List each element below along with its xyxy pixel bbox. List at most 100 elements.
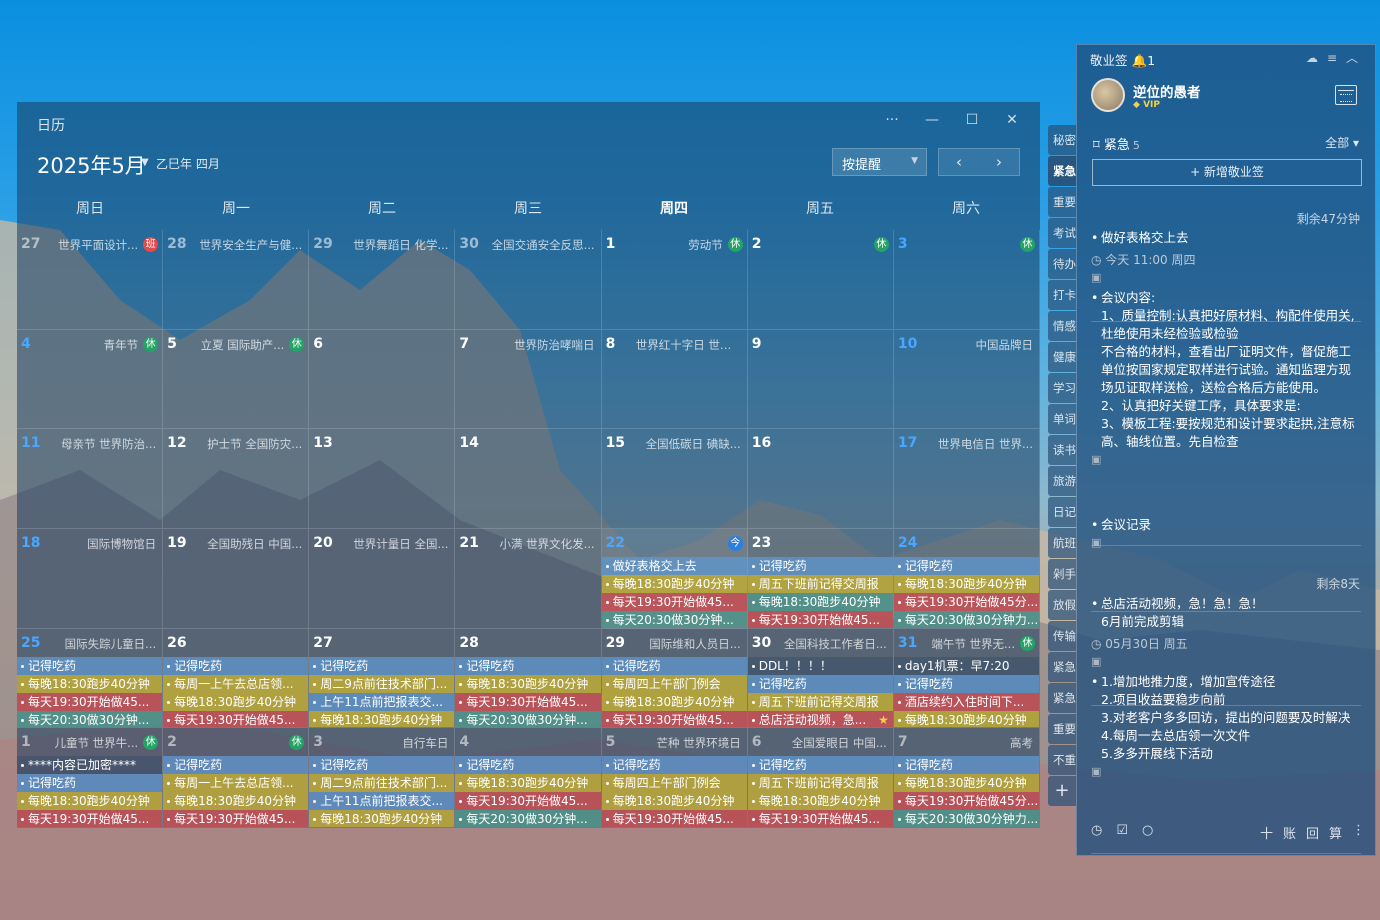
event-item[interactable]: 做好表格交上去 (601, 556, 747, 575)
sort-dropdown[interactable]: 按提醒 ▼ (832, 148, 927, 176)
event-item[interactable]: 记得吃药 (455, 756, 601, 775)
day-cell[interactable]: 5 芒种 世界环境日 记得吃药 每周四上午部门例会 每晚18:30跑步40分钟 每天19:… (601, 728, 748, 828)
event-item[interactable]: 记得吃药 (309, 656, 455, 675)
category-tab[interactable]: 重要 (1048, 714, 1076, 744)
event-item[interactable]: day1机票：早7:20 (893, 656, 1039, 675)
category-tab[interactable]: 待办 (1048, 249, 1076, 279)
event-item[interactable]: 记得吃药 (893, 756, 1039, 775)
event-item[interactable]: 记得吃药 (601, 756, 747, 775)
day-cell[interactable]: 8 世界红十字日 世界... (601, 329, 748, 430)
new-note-button[interactable]: + 新增敬业签 (1092, 159, 1362, 186)
event-item[interactable]: DDL！！！！ (747, 656, 893, 675)
add-category-button[interactable]: + (1048, 776, 1076, 806)
category-tab[interactable]: 学习 (1048, 373, 1076, 403)
event-item[interactable]: 每晚18:30跑步40分钟 (163, 792, 309, 811)
calendar-icon[interactable] (1335, 85, 1357, 105)
category-tab[interactable]: 秘密 (1048, 125, 1076, 155)
category-tab[interactable]: 紧急 (1048, 156, 1076, 186)
header-icons[interactable]: ☁≡︿ (1306, 49, 1367, 66)
category-tab[interactable]: 考试 (1048, 218, 1076, 248)
event-item[interactable]: 每晚18:30跑步40分钟 (747, 792, 893, 811)
account-icon[interactable]: 账 (1283, 823, 1296, 843)
category-tab[interactable]: 紧急 (1048, 652, 1076, 682)
event-item[interactable]: 每天19:30开始做45... (601, 710, 747, 728)
day-cell[interactable]: 2休 (747, 230, 894, 330)
event-item[interactable]: 记得吃药 (163, 756, 309, 775)
day-cell[interactable]: 4 记得吃药 每晚18:30跑步40分钟 每天19:30开始做45... 每天20:30… (455, 728, 602, 828)
day-cell[interactable]: 29 世界舞蹈日 化学... (309, 230, 456, 330)
day-cell[interactable]: 9 (747, 329, 894, 430)
event-item[interactable]: 每天19:30开始做45... (601, 810, 747, 827)
event-item[interactable]: 每天19:30开始做45... (163, 710, 309, 728)
note-item[interactable]: • 会议记录 ▣ (1091, 516, 1361, 552)
event-item[interactable]: 周五下班前记得交周报 (747, 692, 893, 711)
event-item[interactable]: 每晚18:30跑步40分钟 (309, 710, 455, 728)
event-item[interactable]: 每周一上午去总店领... (163, 674, 309, 693)
event-item[interactable]: 记得吃药 (601, 656, 747, 675)
day-cell[interactable]: 31 端午节 世界无... 休 day1机票：早7:20 记得吃药 酒店续约入住时间下..… (893, 628, 1040, 729)
event-item[interactable]: 每天20:30做30分钟... (17, 710, 163, 728)
category-tab[interactable]: 放假 (1048, 590, 1076, 620)
event-item[interactable]: 总店活动视频，急... ★ (747, 710, 893, 728)
next-month-button[interactable]: › (979, 149, 1019, 175)
event-item[interactable]: 每晚18:30跑步40分钟 (455, 674, 601, 693)
month-label[interactable]: 2025年5月 (37, 150, 146, 180)
category-tab[interactable]: 打卡 (1048, 280, 1076, 310)
month-caret-icon[interactable]: ▼ (141, 157, 149, 168)
category-tab[interactable]: 紧急 (1048, 683, 1076, 713)
event-item[interactable]: 每天19:30开始做45... (747, 610, 893, 628)
event-item[interactable]: 记得吃药 (309, 756, 455, 775)
attachment-icon[interactable]: ▣ (1091, 763, 1361, 781)
day-cell[interactable]: 29 国际维和人员日... 记得吃药 每周四上午部门例会 每晚18:30跑步40分钟 每天… (601, 628, 748, 729)
day-cell[interactable]: 2 休记得吃药 每周一上午去总店领... 每晚18:30跑步40分钟 每天19:30开始… (163, 728, 310, 828)
attachment-icon[interactable]: ▣ (1091, 653, 1361, 671)
event-item[interactable]: 每天19:30开始做45... (17, 810, 163, 827)
event-item[interactable]: 每天19:30开始做45分... (893, 592, 1039, 611)
day-cell[interactable]: 22 今做好表格交上去 每晚18:30跑步40分钟 每天19:30开始做45... 每天… (601, 528, 748, 629)
event-item[interactable]: 酒店续约入住时间下... (893, 692, 1039, 711)
day-cell[interactable]: 11 母亲节 世界防治... (17, 429, 164, 529)
day-cell[interactable]: 1 劳动节休 (601, 230, 748, 330)
day-cell[interactable]: 4 青年节休 (17, 329, 164, 430)
event-item[interactable]: 记得吃药 (163, 656, 309, 675)
more-icon[interactable]: ⋮ (1352, 823, 1365, 843)
event-item[interactable]: 每周四上午部门例会 (601, 674, 747, 693)
event-item[interactable]: 每天19:30开始做45... (17, 692, 163, 711)
day-cell[interactable]: 6 全国爱眼日 中国... 记得吃药 周五下班前记得交周报 每晚18:30跑步40分钟每… (747, 728, 894, 828)
event-item[interactable]: 每天20:30做30分钟... (455, 810, 601, 827)
attachment-icon[interactable]: ▣ (1091, 269, 1361, 287)
maximize-icon[interactable]: ☐ (952, 112, 992, 128)
event-item[interactable]: 记得吃药 (455, 656, 601, 675)
day-cell[interactable]: 5 立夏 国际助产... 休 (163, 329, 310, 430)
day-cell[interactable]: 7 世界防治哮喘日 (455, 329, 602, 430)
bell-icon[interactable]: 🔔 (1132, 53, 1148, 68)
day-cell[interactable]: 30 全国交通安全反思... (455, 230, 602, 330)
event-item[interactable]: 每天20:30做30分钟... (455, 710, 601, 728)
day-cell[interactable]: 27 世界平面设计... 班 (17, 230, 164, 330)
event-item[interactable]: 每天20:30做30分钟力... (893, 610, 1039, 628)
category-tab[interactable]: 不重 (1048, 745, 1076, 775)
category-tab[interactable]: 健康 (1048, 342, 1076, 372)
back-icon[interactable]: 回 (1306, 823, 1319, 843)
day-cell[interactable]: 13 (309, 429, 456, 529)
minimize-icon[interactable]: — (912, 112, 952, 128)
note-item[interactable]: • 总店活动视频，急！急！急！ 6月前完成剪辑 ◷ 05月30日 周五 ▣ (1091, 595, 1361, 671)
add-icon[interactable]: 十 (1260, 823, 1273, 843)
event-item[interactable]: 每晚18:30跑步40分钟 (601, 574, 747, 593)
note-item[interactable]: • 会议内容: 1、质量控制:认真把好原材料、构配件使用关,杜绝使用未经检验或检验不… (1091, 289, 1361, 469)
day-cell[interactable]: 19 全国助残日 中国... (163, 528, 310, 629)
attachment-icon[interactable]: ▣ (1091, 451, 1361, 469)
event-item[interactable]: 记得吃药 (747, 556, 893, 575)
day-cell[interactable]: 15 全国低碳日 碘缺... (601, 429, 748, 529)
day-cell[interactable]: 17 世界电信日 世界... (893, 429, 1040, 529)
event-item[interactable]: 每天19:30开始做45... (601, 592, 747, 611)
event-item[interactable]: 记得吃药 (747, 674, 893, 693)
day-cell[interactable]: 7 高考 记得吃药 每晚18:30跑步40分钟 每天19:30开始做45分... 每天20… (893, 728, 1040, 828)
day-cell[interactable]: 3 自行车日 记得吃药 周二9点前往技术部门... 上午11点前把报表交... 每晚18:… (309, 728, 456, 828)
attachment-icon[interactable]: ▣ (1091, 534, 1361, 552)
category-tab[interactable]: 重要 (1048, 187, 1076, 217)
search-icon[interactable]: ○ (1142, 823, 1153, 843)
event-item[interactable]: 每天20:30做30分钟... (601, 610, 747, 628)
day-cell[interactable]: 6 (309, 329, 456, 430)
day-cell[interactable]: 28 记得吃药 每晚18:30跑步40分钟 每天19:30开始做45... 每天20:3… (455, 628, 602, 729)
